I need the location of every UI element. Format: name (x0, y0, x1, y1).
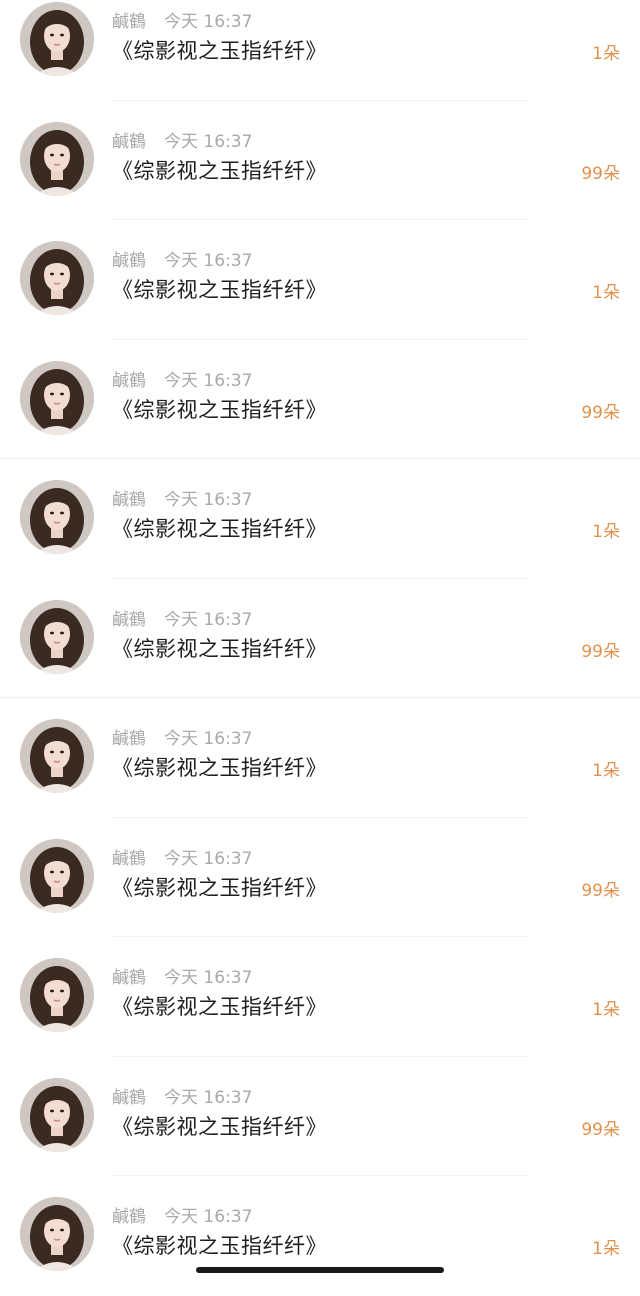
avatar[interactable] (20, 719, 94, 793)
list-item[interactable]: 鹹鶴 今天 16:37 《综影视之玉指纤纤》 1朵 (0, 220, 640, 340)
item-meta: 鹹鶴 今天 16:37 (112, 605, 252, 630)
book-title[interactable]: 《综影视之玉指纤纤》 (112, 1111, 327, 1141)
user-name[interactable]: 鹹鶴 (112, 12, 146, 32)
gift-count: 1朵 (592, 283, 620, 303)
list-item[interactable]: 鹹鶴 今天 16:37 《综影视之玉指纤纤》 99朵 (0, 818, 640, 937)
gift-count: 99朵 (581, 1119, 620, 1140)
avatar[interactable] (20, 2, 94, 76)
book-title[interactable]: 《综影视之玉指纤纤》 (112, 872, 327, 902)
gift-count: 1朵 (592, 522, 620, 542)
timestamp: 今天 16:37 (164, 848, 253, 869)
user-name[interactable]: 鹹鶴 (112, 968, 146, 988)
list-item[interactable]: 鹹鶴 今天 16:37 《综影视之玉指纤纤》 99朵 (0, 101, 640, 220)
book-title[interactable]: 《综影视之玉指纤纤》 (112, 35, 327, 65)
gift-count: 1朵 (592, 1239, 620, 1259)
user-name[interactable]: 鹹鶴 (112, 1088, 146, 1108)
avatar[interactable] (20, 1197, 94, 1271)
item-meta: 鹹鶴 今天 16:37 (112, 127, 252, 152)
item-meta: 鹹鶴 今天 16:37 (112, 1202, 252, 1227)
list-item[interactable]: 鹹鶴 今天 16:37 《综影视之玉指纤纤》 1朵 (0, 698, 640, 818)
item-meta: 鹹鶴 今天 16:37 (112, 844, 252, 869)
book-title[interactable]: 《综影视之玉指纤纤》 (112, 633, 327, 663)
timestamp: 今天 16:37 (164, 1207, 253, 1227)
timestamp: 今天 16:37 (164, 490, 253, 510)
item-meta: 鹹鶴 今天 16:37 (112, 1083, 252, 1108)
user-name[interactable]: 鹹鶴 (112, 132, 146, 152)
avatar[interactable] (20, 599, 94, 674)
avatar[interactable] (20, 360, 94, 435)
item-meta: 鹹鶴 今天 16:37 (112, 963, 252, 988)
avatar[interactable] (20, 838, 94, 913)
list-item[interactable]: 鹹鶴 今天 16:37 《综影视之玉指纤纤》 99朵 (0, 340, 640, 459)
timestamp: 今天 16:37 (164, 1087, 253, 1108)
book-title[interactable]: 《综影视之玉指纤纤》 (112, 752, 327, 782)
avatar[interactable] (20, 241, 94, 315)
book-title[interactable]: 《综影视之玉指纤纤》 (112, 394, 327, 424)
list-item[interactable]: 鹹鶴 今天 16:37 《综影视之玉指纤纤》 1朵 (0, 0, 640, 101)
avatar[interactable] (20, 121, 94, 196)
avatar[interactable] (20, 480, 94, 554)
gift-count: 99朵 (581, 880, 620, 901)
book-title[interactable]: 《综影视之玉指纤纤》 (112, 274, 327, 304)
timestamp: 今天 16:37 (164, 729, 253, 749)
timestamp: 今天 16:37 (164, 131, 253, 152)
book-title[interactable]: 《综影视之玉指纤纤》 (112, 155, 327, 185)
user-name[interactable]: 鹹鶴 (112, 490, 146, 510)
gift-count: 1朵 (592, 761, 620, 781)
gift-count: 1朵 (592, 1000, 620, 1020)
book-title[interactable]: 《综影视之玉指纤纤》 (112, 1230, 327, 1260)
home-indicator[interactable] (196, 1267, 444, 1273)
list-item[interactable]: 鹹鶴 今天 16:37 《综影视之玉指纤纤》 99朵 (0, 579, 640, 698)
gift-count: 99朵 (581, 402, 620, 423)
item-meta: 鹹鶴 今天 16:37 (112, 724, 252, 749)
user-name[interactable]: 鹹鶴 (112, 849, 146, 869)
user-name[interactable]: 鹹鶴 (112, 1207, 146, 1227)
gift-count: 99朵 (581, 163, 620, 184)
user-name[interactable]: 鹹鶴 (112, 729, 146, 749)
book-title[interactable]: 《综影视之玉指纤纤》 (112, 991, 327, 1021)
timestamp: 今天 16:37 (164, 968, 253, 988)
item-meta: 鹹鶴 今天 16:37 (112, 485, 252, 510)
book-title[interactable]: 《综影视之玉指纤纤》 (112, 513, 327, 543)
user-name[interactable]: 鹹鶴 (112, 251, 146, 271)
item-meta: 鹹鶴 今天 16:37 (112, 366, 252, 391)
list-item[interactable]: 鹹鶴 今天 16:37 《综影视之玉指纤纤》 1朵 (0, 937, 640, 1057)
user-name[interactable]: 鹹鶴 (112, 610, 146, 630)
item-meta: 鹹鶴 今天 16:37 (112, 7, 252, 32)
list-item[interactable]: 鹹鶴 今天 16:37 《综影视之玉指纤纤》 99朵 (0, 1057, 640, 1176)
list-item[interactable]: 鹹鶴 今天 16:37 《综影视之玉指纤纤》 1朵 (0, 1176, 640, 1296)
gift-count: 99朵 (581, 641, 620, 662)
gift-message-list: 鹹鶴 今天 16:37 《综影视之玉指纤纤》 1朵 鹹鶴 今天 16:37 《综影视… (0, 0, 640, 1296)
item-meta: 鹹鶴 今天 16:37 (112, 246, 252, 271)
timestamp: 今天 16:37 (164, 609, 253, 630)
avatar[interactable] (20, 1077, 94, 1152)
user-name[interactable]: 鹹鶴 (112, 371, 146, 391)
timestamp: 今天 16:37 (164, 370, 253, 391)
gift-count: 1朵 (592, 44, 620, 64)
timestamp: 今天 16:37 (164, 251, 253, 271)
avatar[interactable] (20, 958, 94, 1032)
list-item[interactable]: 鹹鶴 今天 16:37 《综影视之玉指纤纤》 1朵 (0, 459, 640, 579)
timestamp: 今天 16:37 (164, 12, 253, 32)
